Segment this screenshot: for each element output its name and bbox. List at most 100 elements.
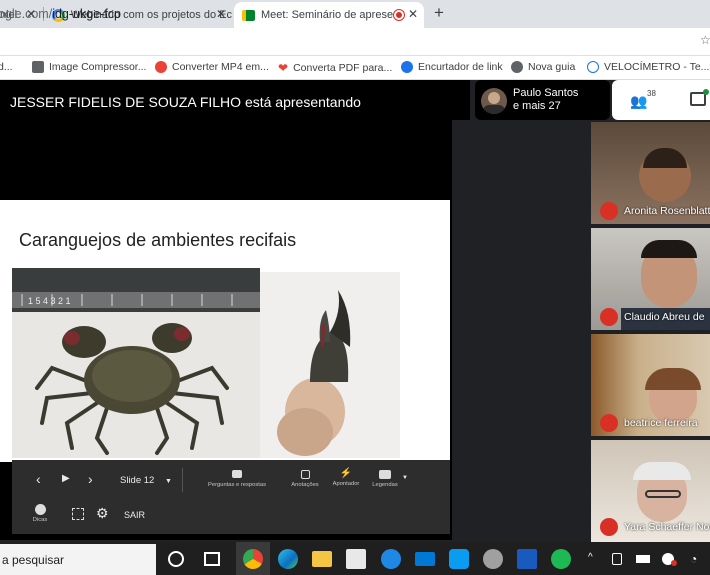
notes-label: Anotações	[291, 482, 319, 488]
bookmark-label: d...	[0, 61, 13, 73]
safari-icon[interactable]	[381, 549, 401, 569]
store-icon[interactable]	[346, 549, 366, 569]
notes-button[interactable]: Anotações	[288, 470, 322, 488]
chat-icon	[232, 470, 242, 478]
url-domain: ogle.com/	[0, 7, 53, 21]
exit-button[interactable]: SAIR	[124, 510, 145, 520]
pointer-button[interactable]: ⚡ Apontador	[329, 468, 363, 488]
qa-button[interactable]: Perguntas e respostas	[194, 470, 280, 488]
bookmark-item[interactable]: d...	[0, 61, 13, 73]
ruler-numbers: 1 5 4 3 2 1	[28, 296, 71, 306]
close-icon[interactable]: ✕	[216, 7, 226, 21]
bookmark-star-icon[interactable]: ☆	[700, 33, 710, 49]
play-button[interactable]: ▶	[62, 473, 70, 484]
participant-name: Claudio Abreu de	[624, 311, 705, 323]
chevron-down-icon: ▼	[164, 478, 172, 485]
bookmark-item[interactable]: Encurtador de link	[401, 61, 503, 73]
avatar	[481, 88, 507, 114]
participant-name: beatrice ferreira	[624, 417, 698, 429]
info-icon	[34, 504, 46, 515]
tips-label: Dicas	[32, 517, 48, 523]
participant-name: Aronita Rosenblatt	[624, 205, 710, 217]
skype-icon[interactable]	[449, 549, 469, 569]
gear-icon[interactable]: ⚙	[96, 505, 109, 522]
cortana-icon[interactable]	[168, 551, 184, 567]
participant-name: Yara Schaeffer Nov	[624, 521, 710, 533]
bookmark-item[interactable]: Nova guia	[511, 61, 575, 73]
pointer-label: Apontador	[332, 481, 360, 487]
cc-icon	[379, 470, 391, 479]
mic-off-icon	[600, 308, 618, 326]
bookmark-label: Converter MP4 em...	[172, 61, 269, 73]
url-field[interactable]: ogle.com/idg-ukge-fcp	[0, 7, 121, 21]
crab-photo: 1 5 4 3 2 1	[12, 268, 260, 458]
participant-hair	[643, 148, 687, 168]
participant-hair	[633, 462, 691, 480]
tab-meet[interactable]: Meet: Seminário de apresent ✕	[234, 2, 424, 28]
wifi-icon[interactable]: ◔	[690, 552, 697, 566]
slide-number-label: Slide 12	[120, 475, 155, 486]
prev-slide-button[interactable]: ‹	[36, 471, 41, 487]
more-participants: e mais 27	[513, 100, 561, 112]
claw-photo	[260, 272, 400, 458]
people-button[interactable]: 👥	[630, 93, 647, 110]
meet-icon	[242, 9, 255, 21]
paint-icon[interactable]	[483, 549, 503, 569]
device-icon[interactable]	[612, 553, 622, 565]
task-view-icon[interactable]	[204, 552, 220, 566]
tips-button[interactable]: Dicas	[30, 504, 50, 523]
close-icon[interactable]: ✕	[408, 7, 418, 21]
participant-tile[interactable]: Yara Schaeffer Nov	[591, 440, 710, 542]
slide-title: Caranguejos de ambientes recifais	[19, 230, 297, 250]
lightning-icon: ⚡	[339, 468, 353, 479]
glasses-icon	[645, 490, 681, 498]
notes-icon	[300, 470, 310, 479]
slide-number-select[interactable]: Slide 12 ▼	[120, 475, 172, 486]
participant-tile[interactable]: Claudio Abreu de	[591, 228, 710, 330]
spotify-icon[interactable]	[551, 549, 571, 569]
battery-icon[interactable]	[636, 555, 650, 563]
chevron-up-icon[interactable]: ^	[588, 552, 593, 563]
mail-icon[interactable]	[415, 552, 435, 566]
bookmark-label: Nova guia	[528, 61, 576, 73]
link-icon	[401, 61, 413, 73]
alert-badge	[671, 560, 677, 566]
qa-label: Perguntas e respostas	[207, 482, 266, 488]
chrome-icon[interactable]	[243, 549, 263, 569]
recording-icon	[394, 10, 404, 20]
divider	[182, 468, 183, 492]
word-icon[interactable]	[517, 549, 537, 569]
claw-illustration	[260, 272, 400, 458]
first-participant: Paulo Santos	[513, 87, 579, 99]
bookmark-label: VELOCÍMETRO - Te...	[604, 61, 710, 73]
fullscreen-icon[interactable]	[72, 508, 84, 520]
bookmark-label: Image Compressor...	[49, 61, 147, 73]
participant-count: 38	[647, 89, 656, 98]
folder-icon[interactable]	[312, 551, 332, 567]
bookmark-item[interactable]: ❤ Converta PDF para...	[278, 61, 392, 75]
heart-icon: ❤	[278, 61, 289, 75]
address-bar	[0, 28, 710, 56]
mic-off-icon	[600, 414, 618, 432]
url-path: idg-ukge-fcp	[52, 7, 121, 21]
new-tab-button[interactable]: +	[434, 3, 444, 23]
bookmark-label: Converta PDF para...	[293, 62, 393, 74]
captions-button[interactable]: Legendas	[368, 470, 402, 488]
edge-icon[interactable]	[278, 549, 298, 569]
mic-off-icon	[600, 518, 618, 536]
bookmark-item[interactable]: Image Compressor...	[32, 61, 146, 73]
next-slide-button[interactable]: ›	[88, 471, 93, 487]
notification-dot	[703, 89, 709, 95]
participant-hair	[645, 368, 701, 390]
tab-meet-label: Meet: Seminário de apresent	[261, 9, 403, 21]
globe-icon	[511, 61, 523, 73]
crab-illustration: 1 5 4 3 2 1	[12, 268, 260, 458]
presenter-label: JESSER FIDELIS DE SOUZA FILHO está apres…	[10, 94, 361, 110]
participant-tile[interactable]: beatrice ferreira	[591, 334, 710, 436]
participant-tile[interactable]: Aronita Rosenblatt	[591, 122, 710, 224]
mic-off-icon	[600, 202, 618, 220]
chevron-down-icon[interactable]: ▼	[402, 475, 408, 481]
bookmark-item[interactable]: Converter MP4 em...	[155, 61, 269, 73]
search-placeholder: a pesquisar	[2, 553, 65, 567]
bookmark-item[interactable]: VELOCÍMETRO - Te...	[587, 61, 709, 73]
